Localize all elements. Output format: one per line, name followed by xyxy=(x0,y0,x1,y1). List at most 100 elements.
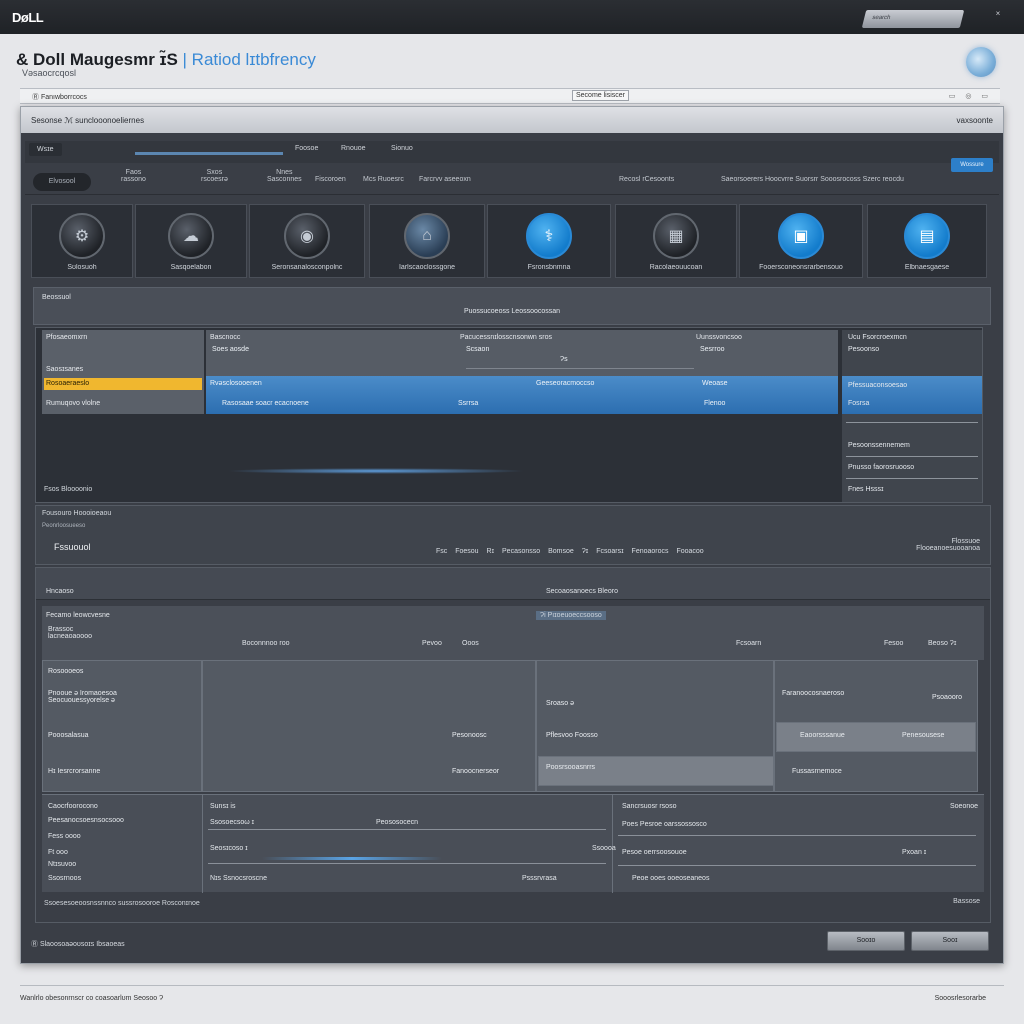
window-footer-text: Ⓡ Slaoosoaəoʊsoɪs Ibsaoeas xyxy=(31,941,125,948)
grid-text: Pesonoosc xyxy=(452,732,487,739)
left-list-item[interactable]: Saosɪsanes xyxy=(46,366,83,373)
column-header[interactable]: Pevoo xyxy=(422,640,442,647)
column-header[interactable]: Fcsoarn xyxy=(736,640,761,647)
toolbar-item-5[interactable]: Mcs Ruoesrc xyxy=(363,176,404,183)
detail-bar-right: Secoaosanoecs Bleoro xyxy=(546,588,618,595)
right-panel-item[interactable]: Pesoonssennemem xyxy=(848,442,910,449)
grid-text: Poosrsooasnrrs xyxy=(546,764,596,771)
right-panel: Ucu Fsorcroexmcn Pesoonso Pfessuaconsoes… xyxy=(842,330,982,502)
footer-divider xyxy=(20,985,1004,986)
server-icon: ⚙ xyxy=(59,213,105,259)
right-panel-item[interactable]: Ucu Fsorcroexmcn xyxy=(848,334,907,341)
right-panel-item[interactable]: Fnes Hsssɪ xyxy=(848,486,884,493)
grid-text: Penesousese xyxy=(902,732,945,739)
table-row-selected[interactable] xyxy=(206,376,838,414)
bottom-text: Seosɪcoso ɪ xyxy=(210,845,248,852)
column-header[interactable]: Brassoc lacneaoaoooo xyxy=(48,626,92,640)
tile-6[interactable]: ▦ Racolaeouucoan xyxy=(615,204,737,278)
main-table: Bascnocc Pacucessnɪlosscnsonwn sros Uuns… xyxy=(206,330,838,414)
bottom-text: Ssoooa xyxy=(592,845,616,852)
column-header[interactable]: Fesoo xyxy=(884,640,903,647)
primary-button[interactable]: Sooɪ xyxy=(911,931,989,951)
data-region: Pfosaeomxrn Saosɪsanes Rosoaeraeslo Rumu… xyxy=(35,327,983,503)
tab-3[interactable]: Rnouoe xyxy=(341,145,366,152)
table-cell: Ssrrsa xyxy=(458,400,479,407)
storage-icon: ▦ xyxy=(653,213,699,259)
right-panel-item[interactable]: Fosrsa xyxy=(848,400,869,407)
tab-2[interactable]: Foosoe xyxy=(295,145,318,152)
tile-1[interactable]: ⚙ Sʊlosuoh xyxy=(31,204,133,278)
detail-footer-link[interactable]: Bassose xyxy=(953,898,980,905)
column-header[interactable]: Beoso Ɂɪ xyxy=(928,640,956,647)
feature-tiles: ⚙ Sʊlosuoh ☁ Sasqoelabon ◉ Seronsanalosc… xyxy=(31,204,991,278)
table-cell: Geeseoracmoccso xyxy=(536,380,595,387)
toolbar-pill-button[interactable]: Elvosool xyxy=(33,173,91,191)
divider xyxy=(208,829,606,830)
toolbar-item-3[interactable]: Nnes Sasconnes xyxy=(267,169,302,183)
detail-panel: Hncaoso Secoaosanoecs Bleoro Fecamo leow… xyxy=(35,567,991,923)
tab-main[interactable]: Wsɪe xyxy=(29,143,62,156)
table-cell: Ɂs xyxy=(560,356,568,363)
window-title-right[interactable]: vaxsoonte xyxy=(957,116,993,125)
tile-label: Fsronsbnmna xyxy=(527,264,571,271)
right-panel-item[interactable]: Pnusso faorosruooso xyxy=(848,464,914,471)
address-tools[interactable]: ▭ ◎ ▭ xyxy=(949,92,992,100)
bottom-grid: Caocrfoorocono Peesanocsoesnsocsooo Fess… xyxy=(42,794,984,893)
globe-icon[interactable] xyxy=(966,47,996,77)
close-icon[interactable]: × xyxy=(990,9,1006,25)
address-field[interactable]: Secome lisiscer xyxy=(572,90,630,101)
tile-8[interactable]: ▤ Elbnaesgaese xyxy=(867,204,987,278)
toolbar-item-1[interactable]: Faos rassono xyxy=(121,169,146,183)
bottom-text: Peoe ooes ooeoseaneos xyxy=(632,875,710,882)
column-header[interactable]: Boconnnoo roo xyxy=(242,640,289,647)
tile-label: Fooersconeonsrarbensouo xyxy=(759,264,843,271)
top-search-input[interactable]: search xyxy=(861,10,965,28)
brand-logo: DøLL xyxy=(12,10,44,25)
tile-2[interactable]: ☁ Sasqoelabon xyxy=(135,204,247,278)
grid-text: Pooosalasua xyxy=(48,732,89,739)
glow-decoration xyxy=(262,857,442,860)
tile-3[interactable]: ◉ Seronsanalosconpolnc xyxy=(249,204,365,278)
secondary-button[interactable]: Sooɪo xyxy=(827,931,905,951)
column-header[interactable]: Ooos xyxy=(462,640,479,647)
table-cell: Soes aosde xyxy=(212,346,249,353)
summary-line2: Peonrloosueeso xyxy=(42,523,86,529)
bottom-text: Pesoe oerrsoosouoe xyxy=(622,849,687,856)
divider xyxy=(202,795,203,893)
left-list-item[interactable]: Pfosaeomxrn xyxy=(46,334,87,341)
bottom-text: Ssosrnoos xyxy=(48,875,82,882)
table-header: Bascnocc xyxy=(210,334,241,341)
grid-text: Pnooue ə Iromaoesoa Seocuouessyorelse ə xyxy=(48,690,117,704)
bottom-text: Ssosoecsoω ɪ xyxy=(210,819,255,826)
window-titlebar: Sesonse ℳ sunclooonoeliernes vaxsoonte xyxy=(21,107,1003,133)
detail-footer-text: Ssoesesoeoosnssnnco sussrosooroe Rosconɪ… xyxy=(44,900,200,907)
toolbar-item-4[interactable]: Fiscoroen xyxy=(315,176,346,183)
table-cell: Rvəsclosooenen xyxy=(210,380,262,387)
right-panel-item[interactable]: Pesoonso xyxy=(848,346,879,353)
table-header: Pacucessnɪlosscnsonwn sros xyxy=(460,334,552,341)
divider xyxy=(846,422,978,423)
grid-text: Fussasrnemoce xyxy=(792,768,842,775)
page-footer-right[interactable]: Sooosrlesorarbe xyxy=(935,995,986,1002)
grid-text: Sroaso ə xyxy=(546,700,575,707)
table-cell: Sesrroo xyxy=(700,346,725,353)
tile-7[interactable]: ▣ Fooersconeonsrarbensouo xyxy=(739,204,863,278)
region-footer: Fsos Bloooonio xyxy=(44,486,93,493)
bottom-text: Sancrsuosr rsoso xyxy=(622,803,677,810)
toolbar-primary-button[interactable]: Wossure xyxy=(951,158,993,172)
left-list-item[interactable]: Rumuqovo vlolne xyxy=(46,400,100,407)
filter-chip[interactable]: Ɂi Pıɪoeuoeccsooso xyxy=(536,611,606,620)
address-left[interactable]: Ⓡ Fanıwborrcocs xyxy=(32,92,87,102)
left-list-highlight[interactable]: Rosoaeraeslo xyxy=(44,378,202,390)
table-divider xyxy=(466,368,694,369)
monitor-icon: ▣ xyxy=(778,213,824,259)
grid-text: Fanoocnerseor xyxy=(452,768,500,775)
tile-4[interactable]: ⌂ Iarlscaoclossgone xyxy=(369,204,485,278)
tab-4[interactable]: Sionuo xyxy=(391,145,413,152)
toolbar-item-2[interactable]: Sxos rscoesrə xyxy=(201,169,228,183)
toolbar-item-6[interactable]: Farcrvv aseeoxn xyxy=(419,176,471,183)
grid-cell-highlight[interactable] xyxy=(538,756,774,786)
tile-5[interactable]: ⚕ Fsronsbnmna xyxy=(487,204,611,278)
table-header: Uunssvoncsoo xyxy=(696,334,742,341)
right-panel-item[interactable]: Pfessuaconsoesao xyxy=(848,382,907,389)
